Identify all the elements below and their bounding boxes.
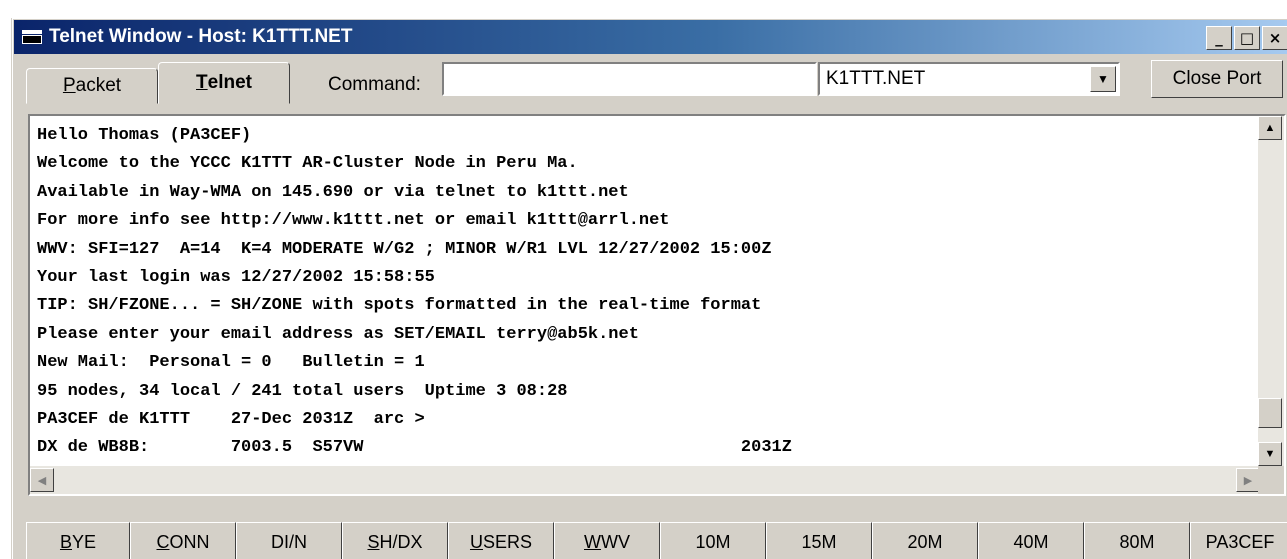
terminal-line: 95 nodes, 34 local / 241 total users Upt… <box>37 381 568 401</box>
macro-button-accel: U <box>469 531 483 552</box>
host-select-value: K1TTT.NET <box>826 68 926 89</box>
macro-button-wwv[interactable]: W WV <box>554 522 660 559</box>
macro-button-label: YE <box>72 531 97 552</box>
macro-button-label: DI/N <box>271 531 307 552</box>
tab-packet-accel: P <box>62 75 76 96</box>
macro-button-accel: B <box>59 531 72 552</box>
host-select[interactable]: K1TTT.NET ▼ <box>818 62 1120 96</box>
macro-button-label: 20M <box>907 531 943 552</box>
scroll-right-icon[interactable]: ▶ <box>1236 468 1260 492</box>
macro-button-15m[interactable]: 15M <box>766 522 872 559</box>
terminal-line: TIP: SH/FZONE... = SH/ZONE with spots fo… <box>37 296 762 316</box>
tab-packet-label: acket <box>75 75 122 96</box>
dropdown-arrow-icon[interactable]: ▼ <box>1090 66 1116 92</box>
macro-button-80m[interactable]: 80M <box>1084 522 1190 559</box>
macro-button-label: H/DX <box>379 531 423 552</box>
tab-telnet-label: elnet <box>207 72 252 93</box>
terminal-line: Welcome to the YCCC K1TTT AR-Cluster Nod… <box>37 154 578 174</box>
macro-button-label: 40M <box>1013 531 1049 552</box>
macro-button-di-n[interactable]: DI/N <box>236 522 342 559</box>
terminal-line: Available in Way-WMA on 145.690 or via t… <box>37 182 629 202</box>
scroll-up-icon[interactable]: ▲ <box>1258 116 1282 140</box>
macro-button-10m[interactable]: 10M <box>660 522 766 559</box>
macro-button-conn[interactable]: C ONN <box>130 522 236 559</box>
tab-packet[interactable]: Packet <box>26 68 158 104</box>
macro-button-label: 10M <box>695 531 731 552</box>
terminal-line: DX de WB8B: 7003.5 S57VW 2031Z <box>37 438 792 458</box>
macro-button-sh-dx[interactable]: S H/DX <box>342 522 448 559</box>
scrollbar-corner <box>1258 466 1284 494</box>
tab-telnet-accel: T <box>196 72 208 93</box>
terminal-line: For more info see http://www.k1ttt.net o… <box>37 211 670 231</box>
terminal-line: Your last login was 12/27/2002 15:58:55 <box>37 268 435 288</box>
close-window-button[interactable]: × <box>1262 26 1287 50</box>
macro-button-users[interactable]: U SERS <box>448 522 554 559</box>
minimize-button[interactable]: _ <box>1206 26 1232 50</box>
telnet-window: Telnet Window - Host: K1TTT.NET _ □ × Pa… <box>11 18 1287 559</box>
macro-button-40m[interactable]: 40M <box>978 522 1084 559</box>
terminal-output[interactable]: Hello Thomas (PA3CEF) Welcome to the YCCC… <box>28 114 1286 496</box>
tab-telnet[interactable]: Telnet <box>158 62 290 104</box>
terminal-line: New Mail: Personal = 0 Bulletin = 1 <box>37 353 425 373</box>
scrollbar-thumb[interactable] <box>1258 398 1282 428</box>
macro-button-label: WV <box>601 531 630 552</box>
macro-button-label: 80M <box>1119 531 1155 552</box>
macro-button-accel: C <box>156 531 170 552</box>
macro-button-label: 15M <box>801 531 837 552</box>
macro-button-label: ONN <box>169 531 210 552</box>
scroll-down-icon[interactable]: ▼ <box>1258 442 1282 466</box>
window-title: Telnet Window - Host: K1TTT.NET <box>49 26 353 47</box>
app-icon <box>22 30 42 44</box>
macro-button-bye[interactable]: B YE <box>26 522 130 559</box>
maximize-button[interactable]: □ <box>1234 26 1260 50</box>
macro-button-accel: S <box>367 531 380 552</box>
macro-button-accel: W <box>584 531 601 552</box>
macro-button-20m[interactable]: 20M <box>872 522 978 559</box>
macro-button-pa3cef[interactable]: PA3CEF <box>1190 522 1287 559</box>
macro-button-label: PA3CEF <box>1205 531 1275 552</box>
terminal-line: Hello Thomas (PA3CEF) <box>37 126 252 145</box>
terminal-line: Please enter your email address as SET/E… <box>37 324 639 344</box>
close-port-button[interactable]: Close Port <box>1151 60 1283 98</box>
macro-button-label: SERS <box>482 531 533 552</box>
vertical-scrollbar[interactable]: ▲ ▼ <box>1258 116 1284 466</box>
terminal-lines: Hello Thomas (PA3CEF) Welcome to the YCCC… <box>37 122 1244 463</box>
terminal-line: WWV: SFI=127 A=14 K=4 MODERATE W/G2 ; MI… <box>37 239 772 259</box>
command-input[interactable] <box>442 62 817 96</box>
command-label: Command: <box>328 74 421 95</box>
terminal-line: PA3CEF de K1TTT 27-Dec 2031Z arc > <box>37 410 425 430</box>
scroll-left-icon[interactable]: ◀ <box>30 468 54 492</box>
horizontal-scrollbar[interactable]: ◀ ▶ <box>30 466 1260 494</box>
title-bar[interactable]: Telnet Window - Host: K1TTT.NET _ □ × <box>14 20 1287 54</box>
